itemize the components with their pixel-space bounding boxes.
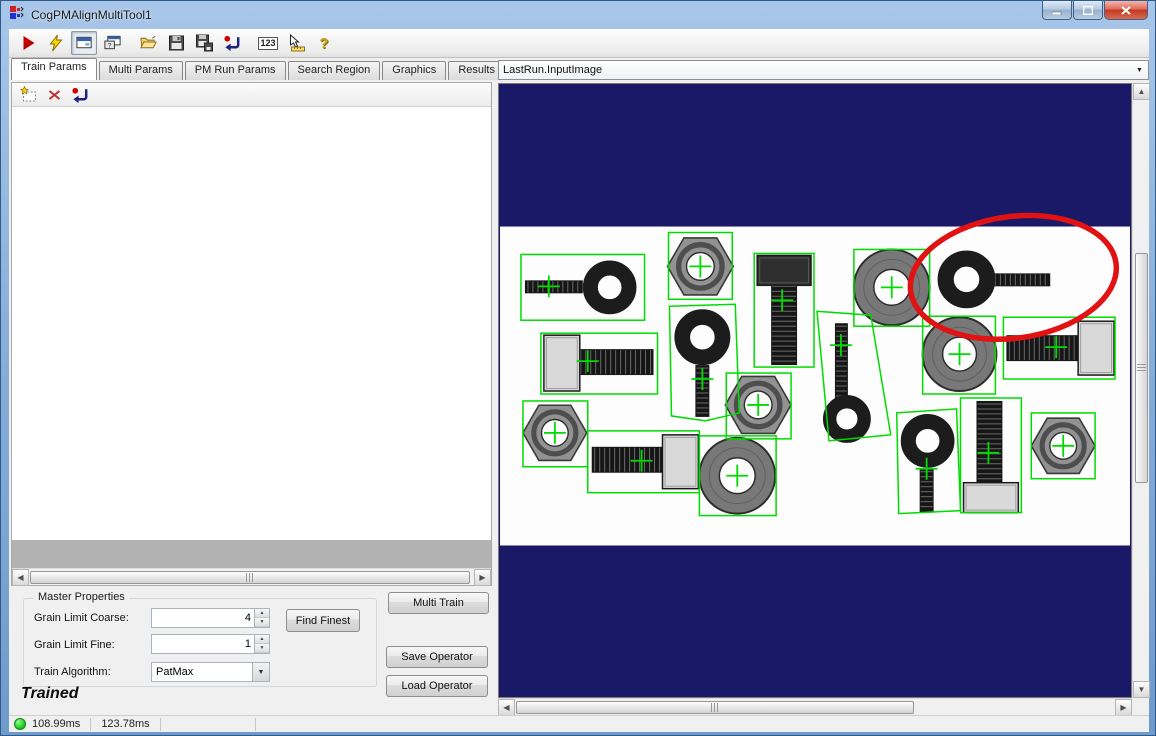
viewer-vertical-scrollbar[interactable]: ▲ ▼ — [1132, 83, 1149, 698]
train-algorithm-dropdown[interactable]: PatMax ▼ — [151, 662, 270, 682]
grain-limit-fine-value: 1 — [152, 638, 254, 650]
grain-limit-fine-label: Grain Limit Fine: — [34, 639, 115, 651]
grain-limit-coarse-label: Grain Limit Coarse: — [34, 612, 129, 624]
pattern-table-card: ◀ ▶ — [11, 82, 492, 586]
find-finest-button[interactable]: Find Finest — [286, 609, 360, 632]
content-area: Train ParamsMulti ParamsPM Run ParamsSea… — [9, 58, 1149, 715]
reset-icon[interactable] — [219, 31, 245, 55]
tab-pm-run-params[interactable]: PM Run Params — [185, 61, 286, 80]
minimize-button[interactable] — [1042, 1, 1072, 20]
main-toolbar: ? 123? — [9, 29, 1149, 58]
save-as-file-icon[interactable] — [191, 31, 217, 55]
maximize-button[interactable] — [1073, 1, 1103, 20]
tab-multi-params[interactable]: Multi Params — [99, 61, 183, 80]
scrollbar-thumb[interactable] — [30, 571, 470, 584]
image-source-combobox[interactable]: LastRun.InputImage ▼ — [498, 60, 1149, 80]
scroll-right-arrow[interactable]: ▶ — [1115, 699, 1132, 716]
run-icon[interactable] — [15, 31, 41, 55]
grain-limit-coarse-value: 4 — [152, 612, 254, 624]
reset-pattern-icon[interactable] — [68, 84, 92, 105]
grain-limit-coarse-field[interactable]: 4 ▲▼ — [151, 608, 270, 628]
scrollbar-thumb[interactable] — [516, 701, 914, 714]
grid-horizontal-scrollbar[interactable]: ◀ ▶ — [12, 568, 491, 585]
image-source-value: LastRun.InputImage — [503, 64, 602, 76]
train-algorithm-value: PatMax — [152, 666, 193, 678]
scroll-up-arrow[interactable]: ▲ — [1133, 83, 1150, 100]
svg-text:?: ? — [107, 43, 111, 50]
coarse-spinner[interactable]: ▲▼ — [254, 609, 269, 627]
save-file-icon[interactable] — [163, 31, 189, 55]
tab-train-params[interactable]: Train Params — [11, 58, 97, 80]
tab-results[interactable]: Results — [448, 61, 505, 80]
status-bar: 108.99ms 123.78ms — [9, 715, 1149, 732]
tab-bar: Train ParamsMulti ParamsPM Run ParamsSea… — [11, 59, 507, 80]
save-operator-button[interactable]: Save Operator — [386, 646, 488, 668]
tab-search-region[interactable]: Search Region — [288, 61, 381, 80]
trained-status-text: Trained — [21, 685, 79, 703]
run-time: 108.99ms — [26, 718, 86, 730]
grain-limit-fine-field[interactable]: 1 ▲▼ — [151, 634, 270, 654]
combobox-arrow-icon[interactable]: ▼ — [1131, 61, 1148, 79]
load-operator-button[interactable]: Load Operator — [386, 675, 488, 697]
scroll-left-arrow[interactable]: ◀ — [498, 699, 515, 716]
group-legend: Master Properties — [34, 591, 129, 603]
title-bar: CogPMAlignMultiTool1 — [1, 1, 1156, 29]
new-pattern-icon[interactable] — [16, 84, 40, 105]
pattern-toolbar — [12, 83, 491, 107]
image-panel: LastRun.InputImage ▼ ▲ ▼ ◀ ▶ — [498, 59, 1149, 715]
image-viewer[interactable] — [498, 83, 1132, 698]
number-display-icon[interactable]: 123 — [255, 31, 281, 55]
scroll-right-arrow[interactable]: ▶ — [474, 569, 491, 586]
fine-spinner[interactable]: ▲▼ — [254, 635, 269, 653]
dropdown-arrow-icon[interactable]: ▼ — [252, 663, 269, 681]
train-algorithm-label: Train Algorithm: — [34, 666, 111, 678]
scrollbar-thumb[interactable] — [1135, 253, 1148, 483]
close-button[interactable] — [1104, 1, 1148, 20]
viewer-horizontal-scrollbar[interactable]: ◀ ▶ — [498, 698, 1132, 715]
show-result-window-icon[interactable] — [71, 31, 97, 55]
window-title: CogPMAlignMultiTool1 — [31, 8, 152, 22]
delete-pattern-icon[interactable] — [42, 84, 66, 105]
status-indicator — [14, 718, 26, 730]
grid-empty-area — [12, 540, 491, 568]
app-window: CogPMAlignMultiTool1 ?123? Train ParamsM… — [0, 0, 1156, 736]
scroll-left-arrow[interactable]: ◀ — [12, 569, 29, 586]
scroll-down-arrow[interactable]: ▼ — [1133, 681, 1150, 698]
scrollbar-corner — [1132, 698, 1149, 715]
pointer-ruler-icon[interactable] — [283, 31, 309, 55]
app-icon — [9, 5, 25, 26]
tab-graphics[interactable]: Graphics — [382, 61, 446, 80]
help-icon[interactable]: ? — [311, 31, 337, 55]
open-file-icon[interactable] — [135, 31, 161, 55]
multi-train-button[interactable]: Multi Train — [388, 592, 489, 614]
copy-result-window-icon[interactable]: ? — [99, 31, 125, 55]
inspection-image — [499, 84, 1131, 697]
electric-run-icon[interactable] — [43, 31, 69, 55]
total-time: 123.78ms — [95, 718, 155, 730]
